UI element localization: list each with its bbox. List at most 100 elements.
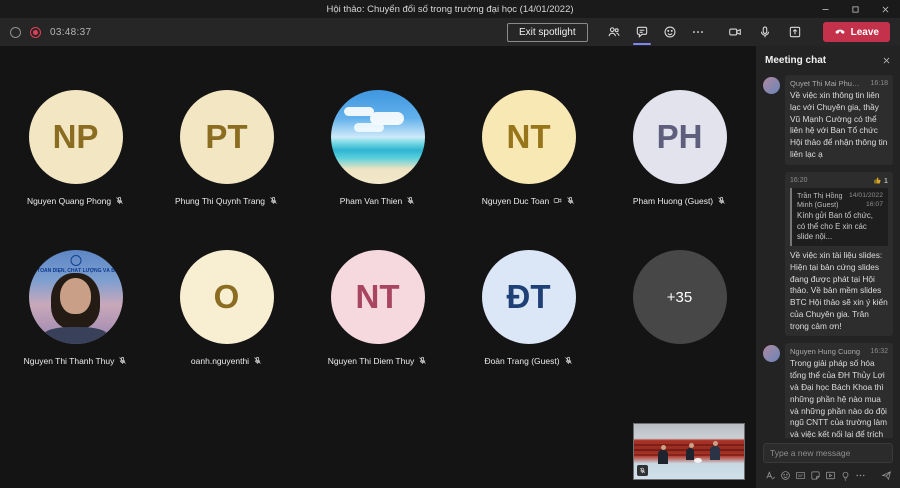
exit-spotlight-button[interactable]: Exit spotlight [507, 23, 588, 42]
quoted-text: Kính gửi Ban tổ chức, có thể cho E xin c… [797, 211, 883, 243]
reaction-count: 1 [884, 176, 888, 185]
reactions-icon[interactable] [659, 21, 681, 43]
lightbulb-icon[interactable] [838, 468, 852, 482]
thumbs-up-reaction[interactable]: 1 [873, 176, 888, 185]
initials-avatar: PH [633, 90, 727, 184]
message-time: 16:18 [870, 80, 888, 87]
camera-icon [553, 196, 562, 205]
thumbs-up-icon [873, 176, 882, 185]
mic-off-icon [253, 356, 262, 365]
room-camera-thumbnail[interactable] [633, 423, 745, 480]
avatar-logo [70, 255, 81, 266]
maximize-button[interactable] [840, 0, 870, 18]
participant-name-row: oanh.nguyenthi [191, 355, 262, 366]
message-author: Quyet Thi Mai Phuong [790, 79, 862, 88]
message-time: 16:32 [870, 348, 888, 355]
initials-avatar: NP [29, 90, 123, 184]
participant-tile[interactable]: +35 [604, 250, 755, 366]
initials-avatar: NT [331, 250, 425, 344]
initials-avatar: PT [180, 90, 274, 184]
participant-name: Pham Van Thien [340, 196, 403, 206]
mic-off-icon [717, 196, 726, 205]
composer-toolbar: GIF [756, 466, 900, 488]
mic-icon[interactable] [754, 21, 776, 43]
minimize-button[interactable] [810, 0, 840, 18]
room-flowers [694, 458, 702, 463]
participant-tile[interactable]: PH Pham Huong (Guest) [604, 90, 755, 206]
participants-icon[interactable] [603, 21, 625, 43]
camera-icon[interactable] [724, 21, 746, 43]
photo-avatar-beach [331, 90, 425, 184]
mic-off-icon [115, 196, 124, 205]
message-text: Về việc xin thông tin liên lạc với Chuyê… [790, 90, 888, 161]
participant-name: Nguyen Duc Toan [482, 196, 549, 206]
participant-name-row: Phung Thi Quynh Trang [175, 195, 278, 206]
window-title: Hội thảo: Chuyển đổi số trong trường đại… [0, 4, 900, 15]
participant-name: Đoàn Trang (Guest) [484, 356, 559, 366]
overflow-count-avatar: +35 [633, 250, 727, 344]
mic-off-icon [564, 356, 573, 365]
participant-tile[interactable]: ỤC TOÀN DIỆN, CHẤT LƯỢNG VÀ BÌNHNguyen T… [0, 250, 151, 366]
meeting-timer: 03:48:37 [50, 27, 91, 38]
more-icon[interactable] [853, 468, 867, 482]
emoji-icon[interactable] [778, 468, 792, 482]
chat-message-list: Quyet Thi Mai Phuong 16:18 Về việc xin thô… [756, 73, 900, 438]
participant-name-row: Pham Van Thien [340, 195, 416, 206]
close-button[interactable] [870, 0, 900, 18]
leave-label: Leave [851, 27, 879, 38]
chat-bubble: Quyet Thi Mai Phuong 16:18 Về việc xin thô… [785, 75, 893, 165]
chat-avatar [763, 345, 780, 362]
participant-tile[interactable]: Ooanh.nguyenthi [151, 250, 302, 366]
participant-tile[interactable]: NP Nguyen Quang Phong [0, 90, 151, 206]
participant-name-row: Nguyen Thi Diem Thuy [328, 355, 428, 366]
sticker-icon[interactable] [808, 468, 822, 482]
participant-name: Nguyen Thi Diem Thuy [328, 356, 415, 366]
more-actions-icon[interactable] [687, 21, 709, 43]
share-screen-icon[interactable] [784, 21, 806, 43]
participant-name-row: Đoàn Trang (Guest) [484, 355, 572, 366]
participants-row-1: NP Nguyen Quang Phong PT Phung Thi Quynh Tr… [0, 90, 755, 206]
participant-name-row: Pham Huong (Guest) [633, 195, 726, 206]
format-icon[interactable] [763, 468, 777, 482]
send-icon[interactable] [879, 468, 893, 482]
participant-name: Pham Huong (Guest) [633, 196, 713, 206]
svg-text:GIF: GIF [797, 474, 803, 478]
room-person [658, 450, 668, 464]
chat-message: Nguyen Hung Cuong 16:32 Trong giải pháp số… [763, 343, 893, 438]
window-controls [810, 0, 900, 18]
chat-icon[interactable] [631, 21, 653, 43]
thumbnail-mic-off-badge [637, 465, 648, 476]
chat-message-input[interactable] [763, 443, 893, 463]
participant-name: Phung Thi Quynh Trang [175, 196, 265, 206]
message-text: Trong giải pháp số hóa tổng thể của ĐH T… [790, 358, 888, 438]
chat-header: Meeting chat [756, 46, 900, 73]
meeting-chat-panel: Meeting chat Quyet Thi Mai Phuong 16:18 Về… [755, 46, 900, 488]
leave-button[interactable]: Leave [823, 22, 890, 42]
video-stage: NP Nguyen Quang Phong PT Phung Thi Quynh Tr… [0, 46, 755, 488]
message-time: 16:20 [790, 177, 808, 184]
gif-icon[interactable]: GIF [793, 468, 807, 482]
video-clip-icon[interactable] [823, 468, 837, 482]
teams-meeting-window: Hội thảo: Chuyển đổi số trong trường đại… [0, 0, 900, 488]
participant-tile[interactable]: NTNguyen Duc Toan [453, 90, 604, 206]
participant-tile[interactable]: NT Nguyen Thi Diem Thuy [302, 250, 453, 366]
participant-tile[interactable]: PT Phung Thi Quynh Trang [151, 90, 302, 206]
participant-tile[interactable]: Pham Van Thien [302, 90, 453, 206]
mic-off-icon [118, 356, 127, 365]
quoted-message: Trần Thị Hồng Minh (Guest)14/01/202216:0… [790, 188, 888, 246]
phone-hangup-icon [834, 26, 846, 38]
chat-message: Quyet Thi Mai Phuong 16:18 Về việc xin thô… [763, 75, 893, 165]
recording-status: 03:48:37 [10, 27, 91, 38]
chat-close-icon[interactable] [882, 56, 891, 65]
message-text: Về việc xin tài liệu slides: Hiện tại bả… [790, 250, 888, 332]
initials-avatar: O [180, 250, 274, 344]
chat-title: Meeting chat [765, 55, 826, 66]
titlebar: Hội thảo: Chuyển đổi số trong trường đại… [0, 0, 900, 18]
participant-name: oanh.nguyenthi [191, 356, 249, 366]
participant-tile[interactable]: ĐTĐoàn Trang (Guest) [453, 250, 604, 366]
meeting-toolbar: 03:48:37 Exit spotlight Leave [0, 18, 900, 46]
message-author: Nguyen Hung Cuong [790, 347, 860, 356]
participant-name-row: Nguyen Duc Toan [482, 195, 575, 206]
participant-name-row: Nguyen Quang Phong [27, 195, 124, 206]
mic-off-icon [418, 356, 427, 365]
